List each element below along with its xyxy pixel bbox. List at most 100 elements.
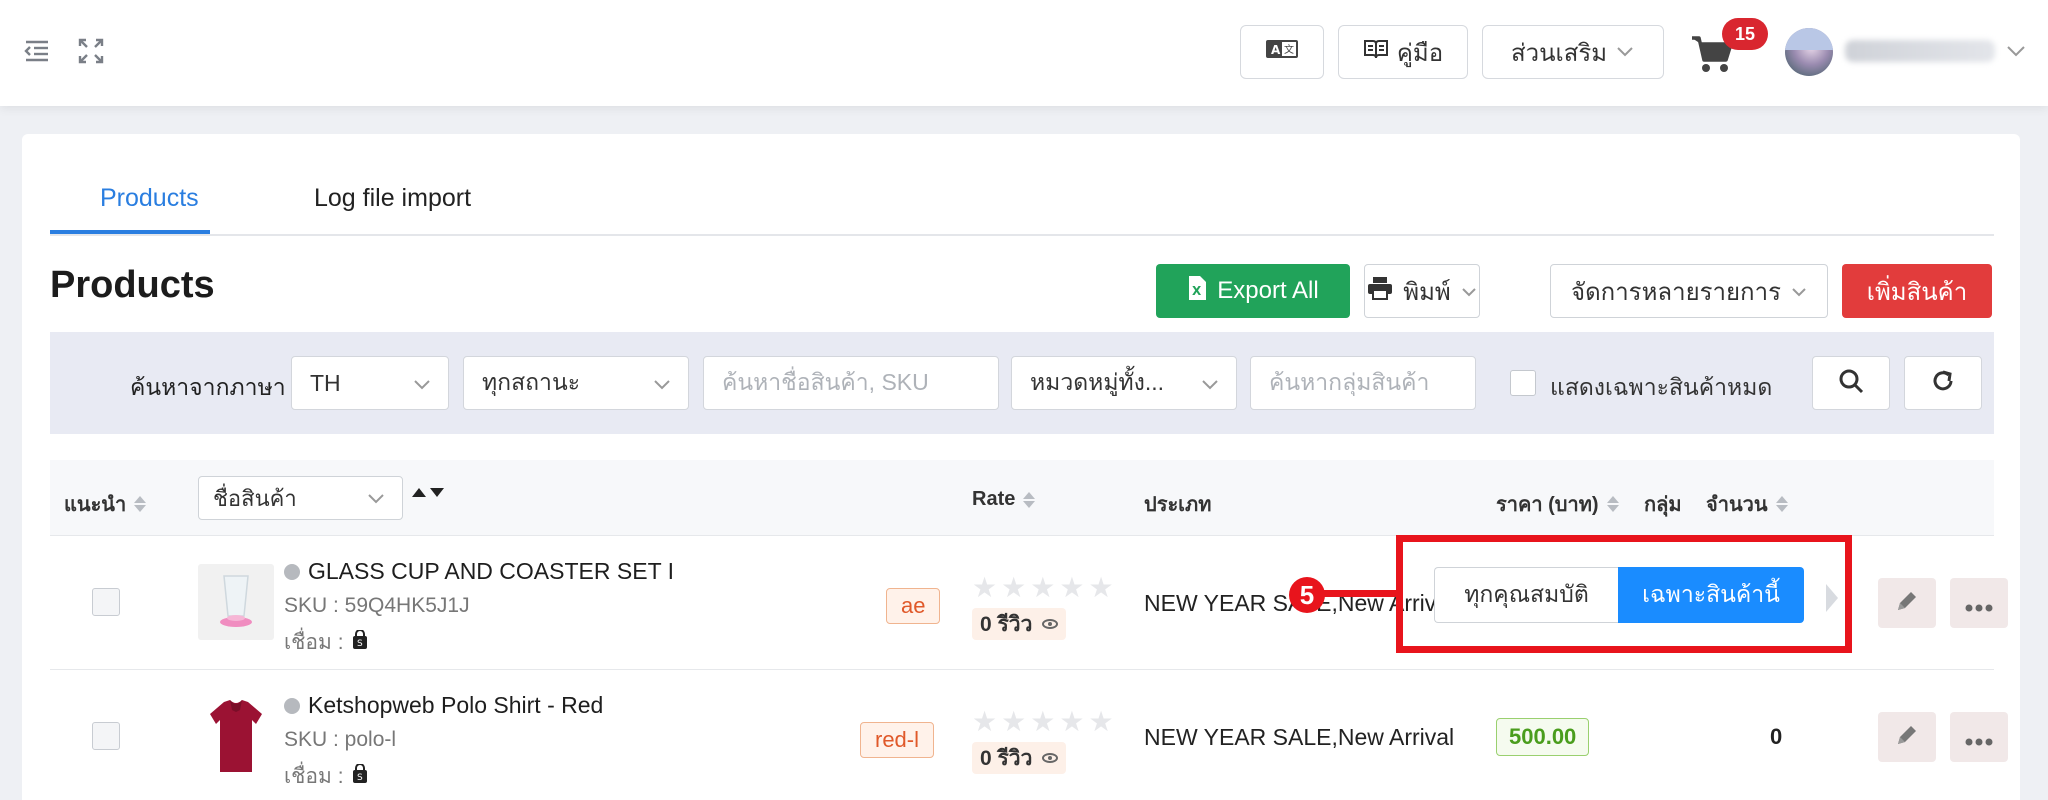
- soldout-only-checkbox[interactable]: [1510, 370, 1536, 396]
- reviews-badge[interactable]: 0 รีวิว: [972, 742, 1067, 774]
- active-tab-indicator: [50, 230, 210, 234]
- pencil-icon: [1894, 722, 1920, 753]
- annotation-step-badge: 5: [1289, 577, 1325, 613]
- col-rate-label: Rate: [972, 488, 1016, 510]
- col-price[interactable]: ราคา (บาท): [1496, 488, 1619, 520]
- svg-text:A: A: [1271, 43, 1281, 57]
- product-link: เชื่อม : S: [284, 760, 368, 793]
- star-icon: ★: [1088, 706, 1114, 737]
- more-button[interactable]: [1950, 712, 2008, 762]
- manual-label: คู่มือ: [1396, 39, 1444, 67]
- reset-button[interactable]: [1904, 356, 1982, 410]
- translate-icon: A文: [1265, 38, 1299, 67]
- table-header: แนะนำ ชื่อสินค้า Rate ประเภท ราคา (บาท) …: [50, 460, 1994, 536]
- print-dropdown[interactable]: พิมพ์: [1364, 264, 1480, 318]
- tab-products[interactable]: Products: [100, 184, 199, 213]
- col-recommend[interactable]: แนะนำ: [64, 488, 147, 520]
- eye-icon: [1042, 619, 1059, 629]
- category-select[interactable]: หมวดหมู่ทั้ง...: [1011, 356, 1237, 410]
- export-all-label: Export All: [1217, 277, 1319, 304]
- add-product-button[interactable]: เพิ่มสินค้า: [1842, 264, 1992, 318]
- tab-bar: Products Log file import: [50, 134, 1994, 236]
- price-badge: 500.00: [1496, 718, 1590, 756]
- row-checkbox[interactable]: [92, 722, 120, 750]
- col-group: กลุ่ม: [1644, 488, 1682, 520]
- top-bar: A文 คู่มือ ส่วนเสริม 15: [0, 0, 2048, 106]
- name-sort-value: ชื่อสินค้า: [213, 485, 297, 511]
- svg-text:X: X: [1192, 284, 1202, 298]
- star-icon: ★: [1001, 706, 1027, 737]
- star-icon: ★: [1001, 572, 1027, 603]
- sort-icon: [1606, 496, 1619, 512]
- search-language-label: ค้นหาจากภาษา: [130, 374, 286, 400]
- bulk-actions-dropdown[interactable]: จัดการหลายรายการ: [1550, 264, 1828, 318]
- edit-button[interactable]: [1878, 578, 1936, 628]
- col-qty[interactable]: จำนวน: [1706, 488, 1788, 520]
- chevron-down-icon: [1461, 277, 1477, 305]
- link-label: เชื่อม :: [284, 765, 344, 788]
- shopee-bag-icon[interactable]: S: [352, 762, 368, 790]
- search-button[interactable]: [1812, 356, 1890, 410]
- row-checkbox[interactable]: [92, 588, 120, 616]
- tab-log-file-import[interactable]: Log file import: [314, 184, 471, 213]
- print-label: พิมพ์: [1403, 278, 1451, 306]
- col-price-label: ราคา (บาท): [1496, 494, 1599, 516]
- star-icon: ★: [1030, 572, 1056, 603]
- translate-button[interactable]: A文: [1240, 25, 1324, 79]
- user-menu-chevron-icon[interactable]: [2005, 40, 2027, 62]
- language-select[interactable]: TH: [291, 356, 449, 410]
- product-thumbnail[interactable]: [198, 698, 274, 774]
- annotation-connector: [1322, 590, 1398, 597]
- reviews-count: 0 รีวิว: [980, 612, 1033, 636]
- variant-tag: ae: [886, 588, 941, 624]
- product-link: เชื่อม : S: [284, 626, 368, 659]
- reviews-badge[interactable]: 0 รีวิว: [972, 608, 1067, 640]
- product-sku: SKU : polo-l: [284, 728, 397, 751]
- star-icon: ★: [1059, 572, 1085, 603]
- svg-text:S: S: [357, 773, 363, 783]
- sort-icon: [1023, 491, 1036, 508]
- product-sku: SKU : 59Q4HK5J1J: [284, 594, 470, 617]
- table-row: Ketshopweb Polo Shirt - Red SKU : polo-l…: [50, 670, 2008, 800]
- avatar[interactable]: [1785, 28, 1833, 76]
- book-icon: [1363, 38, 1389, 67]
- eye-icon: [1042, 753, 1059, 763]
- ellipsis-icon: [1965, 722, 1993, 753]
- product-group-search-input[interactable]: ค้นหากลุ่มสินค้า: [1250, 356, 1476, 410]
- edit-button[interactable]: [1878, 712, 1936, 762]
- username-blurred[interactable]: [1845, 40, 1995, 62]
- link-label: เชื่อม :: [284, 631, 344, 654]
- manual-button[interactable]: คู่มือ: [1338, 25, 1468, 79]
- name-sort-select[interactable]: ชื่อสินค้า: [198, 476, 403, 520]
- language-value: TH: [310, 369, 341, 396]
- export-all-button[interactable]: X Export All: [1156, 264, 1350, 318]
- more-button[interactable]: [1950, 578, 2008, 628]
- product-name[interactable]: Ketshopweb Polo Shirt - Red: [284, 692, 603, 719]
- refresh-icon: [1930, 368, 1956, 399]
- name-sort-arrows-icon[interactable]: [412, 488, 444, 497]
- collapse-menu-icon[interactable]: [22, 36, 52, 66]
- product-thumbnail[interactable]: [198, 564, 274, 640]
- cart-count-badge: 15: [1722, 18, 1768, 50]
- star-icon: ★: [972, 572, 998, 603]
- chevron-down-icon: [366, 488, 386, 508]
- status-select[interactable]: ทุกสถานะ: [463, 356, 689, 410]
- rating-stars: ★ ★ ★ ★ ★: [972, 708, 1114, 736]
- product-category: NEW YEAR SALE,New Arrival: [1144, 724, 1455, 750]
- col-recommend-label: แนะนำ: [64, 494, 127, 516]
- product-name-text: GLASS CUP AND COASTER SET I: [308, 558, 674, 584]
- product-name[interactable]: GLASS CUP AND COASTER SET I: [284, 558, 674, 585]
- status-dot-icon: [284, 563, 300, 580]
- product-search-input[interactable]: ค้นหาชื่อสินค้า, SKU: [703, 356, 999, 410]
- col-qty-label: จำนวน: [1706, 494, 1768, 516]
- col-type-label: ประเภท: [1144, 494, 1212, 516]
- col-rate[interactable]: Rate: [972, 488, 1036, 511]
- pencil-icon: [1894, 588, 1920, 619]
- star-icon: ★: [972, 706, 998, 737]
- addons-dropdown[interactable]: ส่วนเสริม: [1482, 25, 1664, 79]
- shopee-bag-icon[interactable]: S: [352, 628, 368, 656]
- annotation-highlight-box: [1396, 535, 1852, 653]
- filter-bar: ค้นหาจากภาษา TH ทุกสถานะ ค้นหาชื่อสินค้า…: [50, 332, 1994, 434]
- fullscreen-icon[interactable]: [76, 36, 106, 66]
- status-value: ทุกสถานะ: [482, 369, 581, 395]
